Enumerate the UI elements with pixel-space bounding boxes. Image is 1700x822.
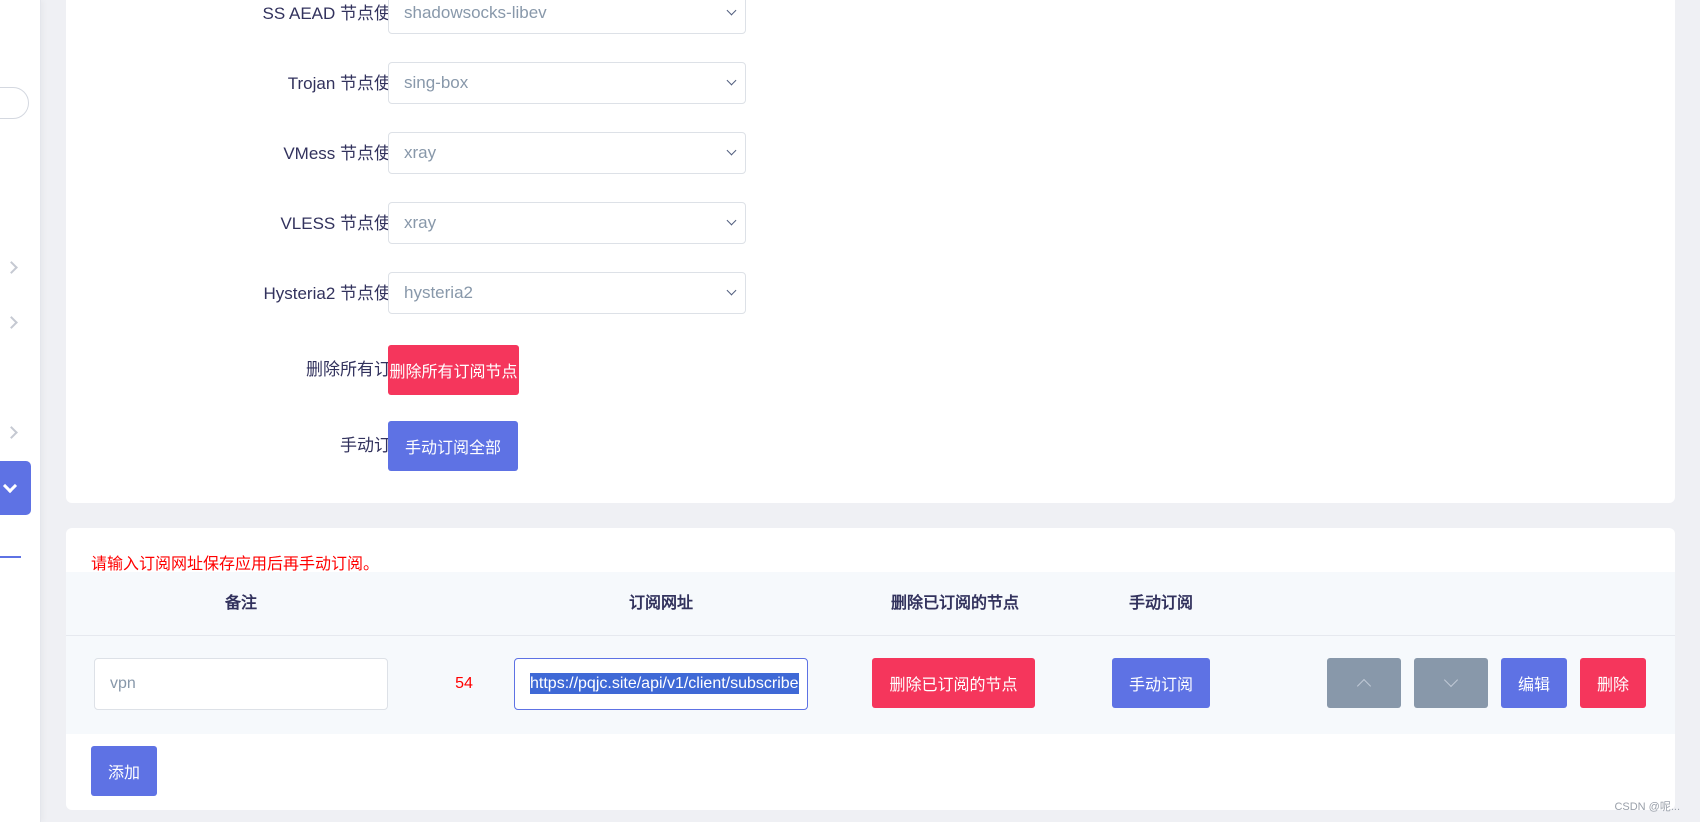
move-down-button[interactable] (1414, 658, 1488, 708)
column-header-remark: 备注 (224, 595, 257, 612)
remove-button[interactable]: 删除 (1580, 658, 1646, 708)
node-count: 54 (455, 675, 473, 692)
subscription-url-input[interactable]: https://pqjc.site/api/v1/client/subscrib… (514, 658, 808, 710)
table-header: 备注 订阅网址 删除已订阅的节点 手动订阅 (66, 572, 1675, 636)
subscription-url-text: https://pqjc.site/api/v1/client/subscrib… (530, 673, 799, 694)
sidebar (0, 0, 41, 822)
select-value: xray (404, 143, 437, 162)
select-value: hysteria2 (404, 283, 473, 302)
delete-subscribed-nodes-button[interactable]: 删除已订阅的节点 (872, 658, 1035, 708)
table-row: vpn 54 https://pqjc.site/api/v1/client/s… (66, 636, 1675, 734)
chevron-down-icon (2, 478, 18, 494)
form-row-hysteria2: Hysteria2 节点使用类型 hysteria2 (66, 272, 866, 316)
chevron-right-icon[interactable] (5, 261, 18, 274)
edit-button[interactable]: 编辑 (1501, 658, 1567, 708)
select-value: xray (404, 213, 437, 232)
subscribe-all-button[interactable]: 手动订阅全部 (388, 421, 518, 471)
move-up-button[interactable] (1327, 658, 1401, 708)
subscription-hint: 请输入订阅网址保存应用后再手动订阅。 (91, 556, 380, 573)
chevron-right-icon[interactable] (5, 426, 18, 439)
hysteria2-type-select[interactable]: hysteria2 (388, 272, 746, 314)
add-subscription-button[interactable]: 添加 (91, 746, 157, 796)
chevron-down-icon (726, 285, 737, 296)
chevron-down-icon (726, 5, 737, 16)
form-row-ss-aead: SS AEAD 节点使用类型 shadowsocks-libev (66, 0, 866, 36)
column-header-manual: 手动订阅 (1128, 595, 1193, 612)
column-header-url: 订阅网址 (628, 595, 693, 612)
watermark: CSDN @呢... (1614, 801, 1680, 813)
form-row-vless: VLESS 节点使用类型 xray (66, 202, 866, 246)
select-value: shadowsocks-libev (404, 3, 547, 22)
subscriptions-card: 请输入订阅网址保存应用后再手动订阅。 备注 订阅网址 删除已订阅的节点 手动订阅… (66, 528, 1675, 810)
form-row-trojan: Trojan 节点使用类型 sing-box (66, 62, 866, 106)
chevron-down-icon (1443, 672, 1459, 688)
sidebar-active-underline (0, 556, 21, 558)
form-row-vmess: VMess 节点使用类型 xray (66, 132, 866, 176)
ss-aead-type-select[interactable]: shadowsocks-libev (388, 0, 746, 34)
vless-type-select[interactable]: xray (388, 202, 746, 244)
form-row-subscribe-all: 手动订阅全部 手动订阅全部 (66, 421, 866, 471)
select-value: sing-box (404, 73, 469, 92)
chevron-up-icon (1356, 678, 1372, 694)
manual-subscribe-button[interactable]: 手动订阅 (1112, 658, 1210, 708)
sidebar-item-active[interactable] (0, 461, 31, 515)
sidebar-search-pill[interactable] (0, 87, 29, 119)
node-type-settings-card: SS AEAD 节点使用类型 shadowsocks-libev Trojan … (66, 0, 1675, 503)
chevron-down-icon (726, 145, 737, 156)
form-row-delete-all: 删除所有订阅节点 删除所有订阅节点 (66, 345, 866, 395)
column-header-delete-nodes: 删除已订阅的节点 (890, 595, 1019, 612)
vmess-type-select[interactable]: xray (388, 132, 746, 174)
chevron-right-icon[interactable] (5, 316, 18, 329)
remark-input[interactable]: vpn (94, 658, 388, 710)
chevron-down-icon (726, 75, 737, 86)
trojan-type-select[interactable]: sing-box (388, 62, 746, 104)
delete-all-nodes-button[interactable]: 删除所有订阅节点 (388, 345, 519, 395)
chevron-down-icon (726, 215, 737, 226)
